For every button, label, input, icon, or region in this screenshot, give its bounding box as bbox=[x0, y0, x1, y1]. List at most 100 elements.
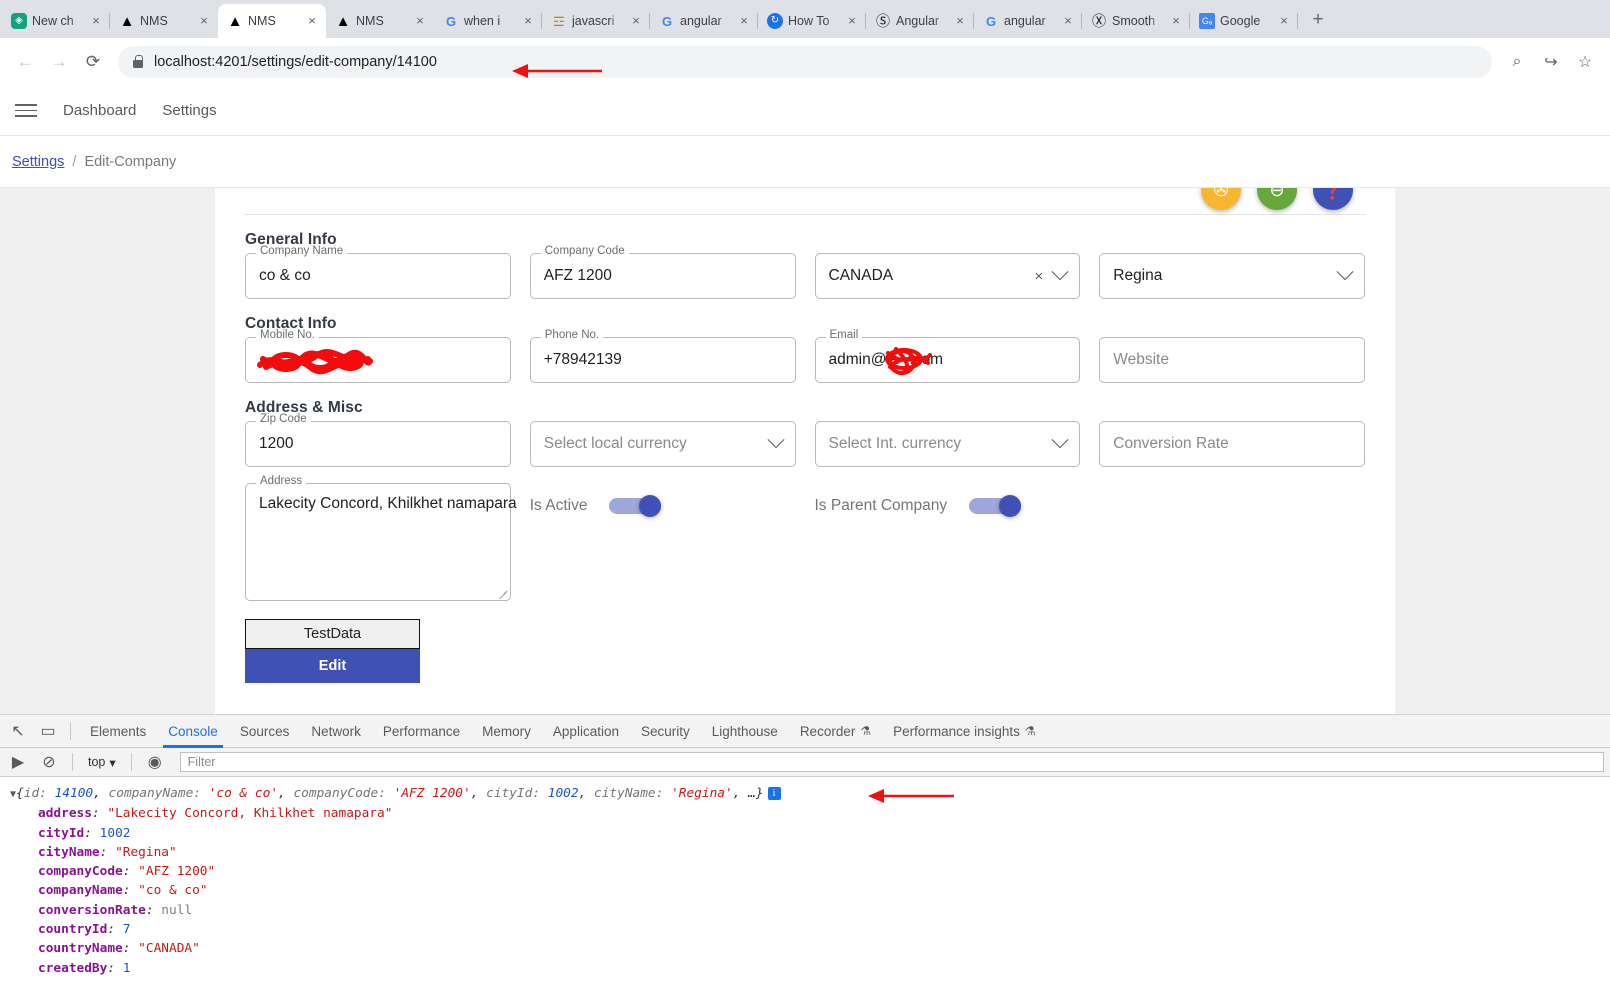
devtools-tab-application[interactable]: Application bbox=[542, 715, 630, 748]
share-icon[interactable]: ↪ bbox=[1536, 47, 1566, 77]
inspect-element-icon[interactable]: ↖ bbox=[4, 717, 32, 745]
devtools-tab-label: Lighthouse bbox=[711, 723, 778, 739]
country-select[interactable]: CANADA × bbox=[814, 253, 1081, 299]
is-active-toggle-group: Is Active bbox=[530, 483, 796, 529]
browser-tab[interactable]: ↻ How To × bbox=[758, 4, 866, 38]
browser-tab[interactable]: ▲ NMS × bbox=[218, 4, 326, 38]
device-toolbar-icon[interactable]: ▭ bbox=[34, 717, 62, 745]
devtools-tab-lighthouse[interactable]: Lighthouse bbox=[701, 715, 789, 748]
devtools-tab-elements[interactable]: Elements bbox=[79, 715, 157, 748]
minus-circle-fab[interactable]: ⊖ bbox=[1257, 188, 1297, 210]
browser-toolbar: ← → ⟳ localhost:4201/settings/edit-compa… bbox=[0, 38, 1610, 86]
close-tab-icon[interactable]: × bbox=[304, 13, 320, 29]
close-tab-icon[interactable]: × bbox=[1060, 13, 1076, 29]
console-property-key: createdBy bbox=[38, 960, 108, 976]
phone-no-field[interactable]: Phone No. +78942139 bbox=[529, 329, 796, 383]
close-tab-icon[interactable]: × bbox=[952, 13, 968, 29]
browser-tab[interactable]: ▲ NMS × bbox=[110, 4, 218, 38]
local-currency-placeholder: Select local currency bbox=[543, 435, 687, 452]
browser-tab-title: NMS bbox=[248, 14, 276, 28]
info-badge-icon[interactable]: i bbox=[767, 787, 781, 800]
console-filter-input[interactable]: Filter bbox=[179, 752, 1604, 772]
edit-button[interactable]: Edit bbox=[245, 649, 420, 683]
close-tab-icon[interactable]: × bbox=[412, 13, 428, 29]
devtools-tab-performance[interactable]: Performance bbox=[372, 715, 471, 748]
browser-tab[interactable]: Ⓧ Smooth × bbox=[1082, 4, 1190, 38]
browser-tab[interactable]: ☲ javascri × bbox=[542, 4, 650, 38]
console-property-value: "AFZ 1200" bbox=[138, 864, 216, 880]
browser-tab[interactable]: ▲ NMS × bbox=[326, 4, 434, 38]
angular-icon: ▲ bbox=[227, 13, 243, 29]
devtools-tab-performance-insights[interactable]: Performance insights ⚗ bbox=[882, 715, 1047, 748]
devtools-tab-memory[interactable]: Memory bbox=[471, 715, 542, 748]
devtools-tab-label: Console bbox=[168, 723, 218, 739]
console-object-preview[interactable]: ▼{id: 14100, companyName: 'co & co', com… bbox=[0, 784, 1610, 804]
menu-icon[interactable] bbox=[15, 104, 37, 117]
chevron-down-icon[interactable] bbox=[1336, 263, 1354, 281]
address-misc-row-1: Zip Code 1200 Select local currency Sele… bbox=[237, 413, 1373, 467]
nav-item-dashboard[interactable]: Dashboard bbox=[63, 102, 136, 119]
close-tab-icon[interactable]: × bbox=[520, 13, 536, 29]
close-tab-icon[interactable]: × bbox=[736, 13, 752, 29]
devtools-tabbar: ↖ ▭ Elements Console Sources Network Perform… bbox=[0, 715, 1610, 748]
console-context-selector[interactable]: top ▾ bbox=[82, 755, 122, 770]
console-property-value: 1002 bbox=[99, 825, 131, 841]
int-currency-select[interactable]: Select Int. currency bbox=[814, 421, 1081, 467]
is-active-switch[interactable] bbox=[609, 495, 662, 517]
address-textarea[interactable]: Address Lakecity Concord, Khilkhet namap… bbox=[245, 475, 517, 601]
zoom-icon[interactable]: ⌕ bbox=[1502, 47, 1532, 77]
resize-handle[interactable] bbox=[498, 588, 508, 598]
nav-item-settings[interactable]: Settings bbox=[162, 102, 216, 119]
browser-tab-title: Angular bbox=[896, 14, 940, 28]
help-fab[interactable]: ❓ bbox=[1313, 188, 1353, 210]
company-code-field[interactable]: Company Code AFZ 1200 bbox=[529, 245, 796, 299]
zip-code-field[interactable]: Zip Code 1200 bbox=[245, 413, 511, 467]
company-name-field[interactable]: Company Name co & co bbox=[245, 245, 511, 299]
forward-button[interactable]: → bbox=[44, 47, 74, 77]
mobile-no-field[interactable]: Mobile No. bbox=[245, 329, 511, 383]
browser-tab[interactable]: ◈ New ch × bbox=[2, 4, 110, 38]
new-tab-button[interactable]: + bbox=[1304, 7, 1332, 35]
website-field[interactable]: Website bbox=[1099, 337, 1365, 383]
city-select[interactable]: Regina bbox=[1099, 253, 1365, 299]
conversion-rate-field[interactable]: Conversion Rate bbox=[1099, 421, 1365, 467]
browser-tab[interactable]: Ⓢ Angular × bbox=[866, 4, 974, 38]
back-button[interactable]: ← bbox=[10, 47, 40, 77]
close-tab-icon[interactable]: × bbox=[844, 13, 860, 29]
execute-icon[interactable]: ▶ bbox=[4, 748, 32, 776]
clear-console-icon[interactable]: ⊘ bbox=[35, 748, 63, 776]
close-tab-icon[interactable]: × bbox=[88, 13, 104, 29]
devtools-tab-network[interactable]: Network bbox=[300, 715, 372, 748]
console-property-key: countryName bbox=[38, 941, 123, 957]
close-tab-icon[interactable]: × bbox=[628, 13, 644, 29]
browser-tab[interactable]: Gₐ Google × bbox=[1190, 4, 1298, 38]
bookmark-star-icon[interactable]: ☆ bbox=[1570, 47, 1600, 77]
close-tab-icon[interactable]: × bbox=[1276, 13, 1292, 29]
switch-thumb bbox=[999, 495, 1022, 517]
close-tab-icon[interactable]: × bbox=[196, 13, 212, 29]
google-icon: G bbox=[985, 13, 997, 29]
devtools-tab-recorder[interactable]: Recorder ⚗ bbox=[789, 715, 882, 748]
devtools-tab-label: Application bbox=[552, 723, 619, 739]
devtools-tab-console[interactable]: Console bbox=[157, 715, 229, 748]
devtools-tab-sources[interactable]: Sources bbox=[229, 715, 301, 748]
chevron-down-icon[interactable] bbox=[1051, 431, 1069, 449]
local-currency-select[interactable]: Select local currency bbox=[529, 421, 796, 467]
testdata-button[interactable]: TestData bbox=[245, 619, 420, 649]
live-expression-eye-icon[interactable]: ◉ bbox=[141, 748, 169, 776]
filter-off-fab[interactable]: ✇ bbox=[1201, 188, 1241, 210]
clear-country-icon[interactable]: × bbox=[1034, 269, 1043, 284]
browser-tab[interactable]: Gangular × bbox=[650, 4, 758, 38]
reload-button[interactable]: ⟳ bbox=[78, 47, 108, 77]
close-tab-icon[interactable]: × bbox=[1168, 13, 1184, 29]
address-bar[interactable]: localhost:4201/settings/edit-company/141… bbox=[118, 46, 1492, 78]
chevron-down-icon[interactable] bbox=[767, 431, 784, 449]
breadcrumb-link-settings[interactable]: Settings bbox=[12, 154, 64, 170]
browser-tab[interactable]: Gangular × bbox=[974, 4, 1082, 38]
email-field[interactable]: Email admin@la y.com bbox=[814, 329, 1081, 383]
is-parent-switch[interactable] bbox=[969, 495, 1022, 517]
browser-tab[interactable]: Gwhen i × bbox=[434, 4, 542, 38]
console-property-key: companyCode bbox=[38, 864, 123, 880]
devtools-tab-security[interactable]: Security bbox=[630, 715, 701, 748]
chevron-down-icon[interactable] bbox=[1051, 263, 1069, 281]
